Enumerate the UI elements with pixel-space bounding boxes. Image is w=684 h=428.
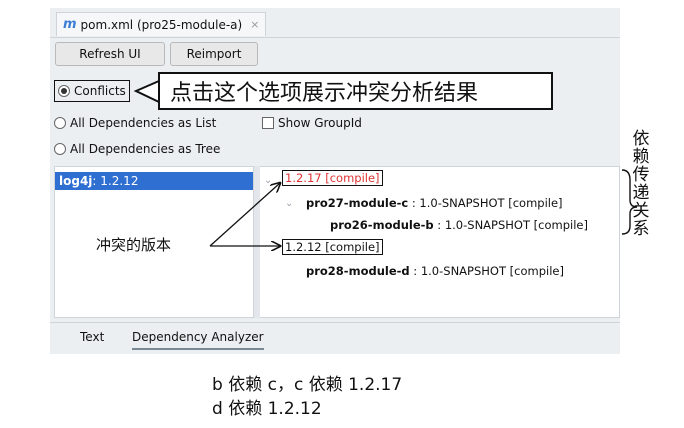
tree-node-module-c[interactable]: pro27-module-c : 1.0-SNAPSHOT [compile] — [306, 196, 563, 210]
chevron-down-icon[interactable]: ⌄ — [285, 198, 293, 209]
show-groupid-label: Show GroupId — [278, 116, 362, 130]
tab-text[interactable]: Text — [80, 330, 104, 344]
tree-node-name: pro27-module-c — [306, 196, 409, 210]
tab-dependency-analyzer[interactable]: Dependency Analyzer — [132, 330, 264, 350]
tree-label: All Dependencies as Tree — [70, 142, 221, 156]
caption-line-1: b 依赖 c，c 依赖 1.2.17 — [212, 375, 403, 395]
reimport-button[interactable]: Reimport — [170, 42, 258, 66]
tree-node-detail: : 1.0-SNAPSHOT [compile] — [433, 218, 588, 232]
version-highlight-box: 1.2.17 [compile] — [282, 170, 383, 186]
conflict-version-annotation: 冲突的版本 — [96, 236, 172, 254]
list-label: All Dependencies as List — [70, 116, 217, 130]
chevron-down-icon[interactable]: ⌄ — [264, 175, 272, 186]
transitive-relation-annotation: 依赖传递关系 — [632, 129, 650, 239]
callout-note: 点击这个选项展示冲突分析结果 — [158, 72, 553, 110]
tab-title: pom.xml (pro25-module-a) — [80, 17, 243, 32]
tree-node-module-b[interactable]: pro26-module-b : 1.0-SNAPSHOT [compile] — [330, 218, 588, 232]
show-groupid-option[interactable]: Show GroupId — [262, 116, 362, 130]
list-option[interactable]: All Dependencies as List — [54, 116, 216, 130]
tree-option[interactable]: All Dependencies as Tree — [54, 142, 220, 156]
conflicts-label: Conflicts — [74, 84, 126, 98]
tab-pom-xml[interactable]: m pom.xml (pro25-module-a) × — [56, 12, 267, 36]
tree-radio[interactable] — [54, 143, 66, 155]
tree-node-resolved-version[interactable]: 1.2.12 [compile] — [282, 239, 383, 255]
list-radio[interactable] — [54, 117, 66, 129]
tree-node-conflict-version[interactable]: 1.2.17 [compile] — [282, 170, 383, 186]
maven-icon: m — [63, 17, 77, 32]
list-item-log4j[interactable]: log4j : 1.2.12 — [55, 172, 253, 190]
version-highlight-box: 1.2.12 [compile] — [282, 239, 383, 255]
tree-node-name: pro26-module-b — [330, 218, 434, 232]
list-item-version: : 1.2.12 — [92, 174, 139, 188]
tree-node-detail: : 1.0-SNAPSHOT [compile] — [408, 196, 563, 210]
close-icon[interactable]: × — [250, 18, 259, 31]
show-groupid-checkbox[interactable] — [262, 117, 274, 129]
callout-pointer — [133, 80, 160, 103]
tree-node-name: pro28-module-d — [306, 264, 410, 278]
tree-node-detail: : 1.0-SNAPSHOT [compile] — [409, 264, 564, 278]
caption-line-2: d 依赖 1.2.12 — [212, 399, 322, 419]
conflicts-radio[interactable] — [58, 85, 70, 97]
refresh-ui-button[interactable]: Refresh UI — [55, 42, 165, 66]
conflicts-option[interactable]: Conflicts — [54, 80, 130, 102]
tree-node-module-d[interactable]: pro28-module-d : 1.0-SNAPSHOT [compile] — [306, 264, 564, 278]
list-item-name: log4j — [59, 174, 93, 188]
